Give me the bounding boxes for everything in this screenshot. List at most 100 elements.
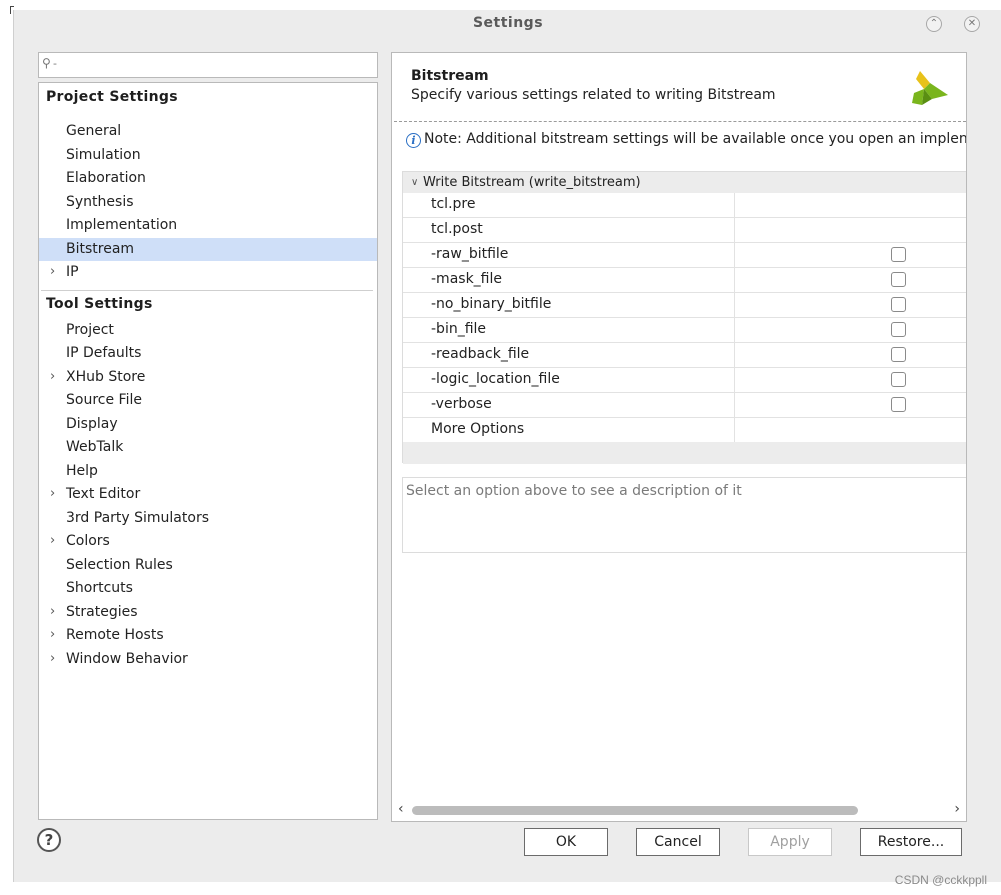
logic-location-file-checkbox[interactable] — [891, 372, 906, 387]
tree-item-label: Window Behavior — [66, 651, 188, 667]
tree-item-shortcuts[interactable]: Shortcuts — [39, 577, 377, 600]
tool-settings-heading: Tool Settings — [46, 296, 153, 312]
description-text: Select an option above to see a descript… — [406, 483, 742, 499]
chevron-right-icon[interactable]: › — [50, 366, 55, 388]
column-divider — [734, 343, 735, 367]
tree-item-window-behavior[interactable]: › Window Behavior — [39, 648, 377, 671]
tree-item-bitstream[interactable]: Bitstream — [39, 238, 377, 261]
options-table: ∨ Write Bitstream (write_bitstream) tcl.… — [402, 171, 966, 464]
tree-item-help[interactable]: Help — [39, 460, 377, 483]
tree-item-label: Remote Hosts — [66, 627, 164, 643]
option-row-raw-bitfile[interactable]: -raw_bitfile — [403, 243, 966, 268]
tree-item-colors[interactable]: › Colors — [39, 530, 377, 553]
option-row-readback-file[interactable]: -readback_file — [403, 343, 966, 368]
chevron-right-icon[interactable]: › — [50, 648, 55, 670]
chevron-right-icon[interactable]: › — [50, 530, 55, 552]
tree-item-label: Strategies — [66, 604, 138, 620]
verbose-checkbox[interactable] — [891, 397, 906, 412]
tree-item-label: Elaboration — [66, 170, 146, 186]
tree-item-selection-rules[interactable]: Selection Rules — [39, 554, 377, 577]
note-text: Note: Additional bitstream settings will… — [424, 131, 967, 147]
tree-item-xhub-store[interactable]: › XHub Store — [39, 366, 377, 389]
tree-item-synthesis[interactable]: Synthesis — [39, 191, 377, 214]
tree-item-implementation[interactable]: Implementation — [39, 214, 377, 237]
chevron-right-icon[interactable]: › — [50, 624, 55, 646]
write-bitstream-group[interactable]: ∨ Write Bitstream (write_bitstream) — [403, 172, 966, 193]
option-row-logic-location-file[interactable]: -logic_location_file — [403, 368, 966, 393]
option-name: -raw_bitfile — [431, 246, 509, 262]
option-row-more-options[interactable]: More Options — [403, 418, 966, 443]
mask-file-checkbox[interactable] — [891, 272, 906, 287]
chevron-right-icon[interactable]: › — [50, 483, 55, 505]
section-divider — [41, 290, 373, 291]
tree-item-label: Project — [66, 322, 114, 338]
option-row-verbose[interactable]: -verbose — [403, 393, 966, 418]
option-name: More Options — [431, 421, 525, 437]
column-divider — [734, 393, 735, 417]
note-message: i Note: Additional bitstream settings wil… — [406, 131, 967, 148]
option-description-box: Select an option above to see a descript… — [402, 477, 966, 553]
horizontal-scrollbar[interactable]: ‹ › — [394, 801, 966, 819]
search-input[interactable]: ⚲ - — [38, 52, 378, 78]
option-name: -verbose — [431, 396, 492, 412]
header-divider — [394, 121, 966, 122]
title-bar[interactable]: Settings ⌃ ✕ — [14, 10, 1001, 38]
option-row-no-binary-bitfile[interactable]: -no_binary_bitfile — [403, 293, 966, 318]
help-icon[interactable]: ? — [37, 828, 61, 852]
tree-item-general[interactable]: General — [39, 120, 377, 143]
option-row-tcl-post[interactable]: tcl.post — [403, 218, 966, 243]
tree-item-text-editor[interactable]: › Text Editor — [39, 483, 377, 506]
search-dropdown-icon[interactable]: - — [53, 57, 57, 70]
column-divider — [734, 368, 735, 392]
ok-button[interactable]: OK — [524, 828, 608, 856]
option-row-bin-file[interactable]: -bin_file — [403, 318, 966, 343]
tree-item-simulation[interactable]: Simulation — [39, 144, 377, 167]
xilinx-logo-icon — [912, 71, 948, 105]
tree-item-label: Colors — [66, 533, 110, 549]
column-divider — [734, 243, 735, 267]
tree-item-remote-hosts[interactable]: › Remote Hosts — [39, 624, 377, 647]
tree-item-source-file[interactable]: Source File — [39, 389, 377, 412]
tree-item-label: Simulation — [66, 147, 141, 163]
close-icon[interactable]: ✕ — [964, 16, 980, 32]
panel-subtitle: Specify various settings related to writ… — [411, 87, 776, 103]
scroll-left-icon[interactable]: ‹ — [398, 801, 404, 817]
chevron-right-icon[interactable]: › — [50, 261, 55, 283]
tree-item-strategies[interactable]: › Strategies — [39, 601, 377, 624]
tree-item-ip[interactable]: › IP — [39, 261, 377, 284]
tree-item-label: Bitstream — [66, 241, 135, 257]
tree-item-elaboration[interactable]: Elaboration — [39, 167, 377, 190]
no-binary-bitfile-checkbox[interactable] — [891, 297, 906, 312]
tree-item-label: WebTalk — [66, 439, 124, 455]
option-name: -logic_location_file — [431, 371, 560, 387]
scroll-right-icon[interactable]: › — [954, 801, 960, 817]
option-name: -mask_file — [431, 271, 502, 287]
tree-item-label: Help — [66, 463, 98, 479]
tree-item-project[interactable]: Project — [39, 319, 377, 342]
tree-item-ip-defaults[interactable]: IP Defaults — [39, 342, 377, 365]
settings-dialog: Settings ⌃ ✕ ⚲ - Project Settings Genera… — [13, 10, 1001, 882]
tree-item-webtalk[interactable]: WebTalk — [39, 436, 377, 459]
option-row-mask-file[interactable]: -mask_file — [403, 268, 966, 293]
chevron-down-icon[interactable]: ∨ — [411, 172, 418, 193]
option-name: tcl.post — [431, 221, 483, 237]
chevron-up-icon[interactable]: ⌃ — [926, 16, 942, 32]
raw-bitfile-checkbox[interactable] — [891, 247, 906, 262]
readback-file-checkbox[interactable] — [891, 347, 906, 362]
tree-item-3rd-party-simulators[interactable]: 3rd Party Simulators — [39, 507, 377, 530]
tree-item-display[interactable]: Display — [39, 413, 377, 436]
option-row-tcl-pre[interactable]: tcl.pre — [403, 193, 966, 218]
apply-button[interactable]: Apply — [748, 828, 832, 856]
restore-button[interactable]: Restore... — [860, 828, 962, 856]
chevron-right-icon[interactable]: › — [50, 601, 55, 623]
group-label: Write Bitstream (write_bitstream) — [423, 175, 641, 190]
bin-file-checkbox[interactable] — [891, 322, 906, 337]
tree-item-label: Implementation — [66, 217, 178, 233]
scrollbar-thumb[interactable] — [412, 806, 858, 815]
column-divider — [734, 293, 735, 317]
column-divider — [734, 218, 735, 242]
cancel-button[interactable]: Cancel — [636, 828, 720, 856]
tree-item-label: IP Defaults — [66, 345, 142, 361]
tree-item-label: Synthesis — [66, 194, 134, 210]
column-divider — [734, 193, 735, 217]
